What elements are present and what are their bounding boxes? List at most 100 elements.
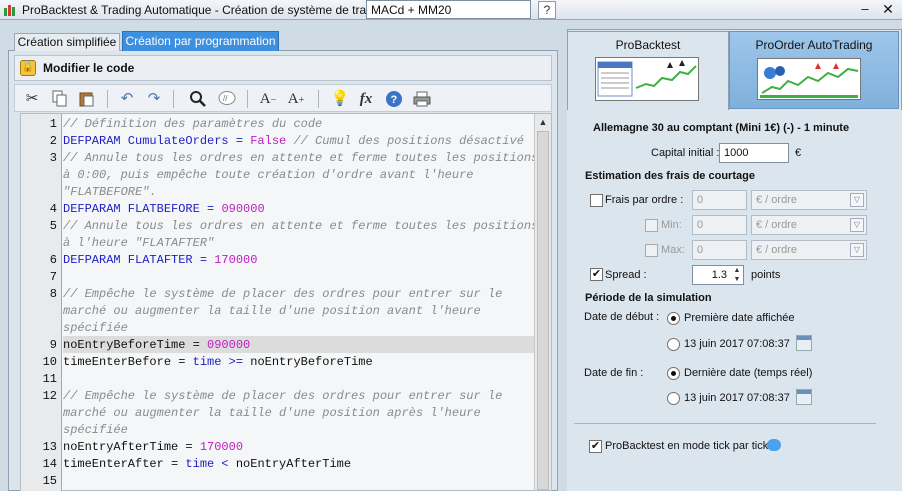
calendar-icon[interactable] [796,389,812,405]
code-line: noEntryAfterTime = 170000 [63,440,243,454]
spread-stepper-icon[interactable]: ▲ ▼ [731,266,743,284]
function-icon[interactable]: fx [355,88,377,110]
line-number: 10 [42,355,57,369]
svg-text:?: ? [391,94,398,106]
code-line: timeEnterAfter = time < noEntryAfterTime [63,457,351,471]
title-bar: ProBacktest & Trading Automatique - Créa… [0,0,902,20]
start-custom-date-radio[interactable] [667,338,680,351]
redo-icon[interactable]: ↷ [143,88,165,110]
code-token: à 0:00, puis empêche toute création d'or… [63,168,474,182]
line-number-gutter: 1 2 3 4 5 6 7 8 9 10 11 12 13 14 15 [21,114,62,491]
fees-max-unit-select[interactable]: € / ordre ▽ [751,240,867,260]
code-token: noEntryAfterTime [235,457,352,471]
copy-icon[interactable] [49,88,71,110]
code-token: // Définition des paramètres du code [63,117,323,131]
code-line: "FLATBEFORE". [63,185,157,199]
tab-probacktest[interactable]: ProBacktest [567,31,729,111]
svg-text://: // [223,94,228,103]
fees-per-order-unit-select[interactable]: € / ordre ▽ [751,190,867,210]
print-icon[interactable] [411,88,433,110]
end-last-date-radio[interactable] [667,367,680,380]
modify-code-button[interactable]: 🔒 Modifier le code [14,55,552,81]
code-token: marché ou augmenter la taille d'une posi… [63,406,481,420]
fees-min-label: Min: [661,219,682,231]
code-token: marché ou augmenter la taille d'une posi… [63,304,481,318]
tab-probacktest-label: ProBacktest [615,38,681,52]
end-custom-date-radio[interactable] [667,392,680,405]
font-increase-icon[interactable]: A+ [285,88,307,110]
undo-icon[interactable]: ↶ [116,88,138,110]
code-token: noEntryAfterTime = [63,440,200,454]
end-last-date-label: Dernière date (temps réel) [684,367,813,379]
fees-min-unit-select[interactable]: € / ordre ▽ [751,215,867,235]
code-token: spécifiée [63,423,128,437]
vertical-scrollbar[interactable]: ▲ [534,114,551,490]
scroll-up-arrow-icon[interactable]: ▲ [535,114,551,130]
code-line: marché ou augmenter la taille d'une posi… [63,304,481,318]
chevron-down-icon[interactable]: ▽ [850,193,864,207]
code-token: < [214,457,236,471]
fees-per-order-checkbox[interactable] [590,194,603,207]
cut-icon[interactable]: ✂ [21,88,43,110]
fees-max-input[interactable]: 0 [692,240,747,260]
tab-proorder-autotrading[interactable]: ProOrder AutoTrading [729,31,899,109]
line-number: 3 [49,151,57,165]
start-first-date-radio[interactable] [667,312,680,325]
code-line: spécifiée [63,321,128,335]
comment-icon[interactable]: // [216,88,238,110]
help-circle-icon[interactable]: ? [383,88,405,110]
system-name-input[interactable]: MACd + MM20 [366,0,531,19]
info-bubble-icon[interactable] [767,439,781,451]
code-line: à 0:00, puis empêche toute création d'or… [63,168,473,182]
tab-programming-creation[interactable]: Création par programmation [122,31,279,51]
code-line: à l'heure "FLATAFTER" [63,236,214,250]
tab-simplified-creation[interactable]: Création simplifiée [14,33,120,51]
code-token: 090000 [207,338,251,352]
minimize-button[interactable]: – [857,2,873,18]
line-number: 8 [49,287,57,301]
tick-mode-checkbox[interactable]: ✔ [589,440,602,453]
code-token: noEntryBeforeTime [250,355,373,369]
code-line: timeEnterBefore = time >= noEntryBeforeT… [63,355,373,369]
calendar-icon[interactable] [796,335,812,351]
tip-icon[interactable]: 💡 [329,88,351,110]
capital-currency: € [795,147,802,159]
line-number: 6 [49,253,57,267]
fees-min-unit-value: € / ordre [756,219,797,231]
line-number: 1 [49,117,57,131]
chevron-down-icon[interactable]: ▽ [850,218,864,232]
code-editor[interactable]: 1 2 3 4 5 6 7 8 9 10 11 12 13 14 15 // Définition des … [20,113,552,491]
code-token: "FLATBEFORE". [63,185,157,199]
font-decrease-icon[interactable]: A− [257,88,279,110]
code-token: DEFPARAM CumulateOrders = [63,134,251,148]
fees-min-checkbox[interactable] [645,219,658,232]
fees-max-label: Max: [661,244,685,256]
help-icon[interactable]: ? [538,1,556,19]
fees-heading: Estimation des frais de courtage [585,170,755,182]
fees-per-order-input[interactable]: 0 [692,190,747,210]
code-token: timeEnterAfter = [63,457,186,471]
modify-code-label: Modifier le code [43,61,135,75]
spread-unit: points [751,269,781,281]
chevron-down-icon[interactable]: ▽ [850,243,864,257]
period-heading: Période de la simulation [585,292,712,304]
search-icon[interactable] [187,88,209,110]
fees-max-checkbox[interactable] [645,244,658,257]
code-token: // Annule tous les ordres en attente et … [63,151,539,165]
fees-min-input[interactable]: 0 [692,215,747,235]
capital-input[interactable]: 1000 [719,143,789,163]
code-line: spécifiée [63,423,128,437]
scroll-thumb[interactable] [537,131,549,490]
close-button[interactable]: ✕ [880,2,896,18]
tick-mode-label: ProBacktest en mode tick par tick [605,440,769,452]
code-token: 170000 [214,253,258,267]
code-token: time [192,355,222,369]
fees-per-order-unit-value: € / ordre [756,194,797,206]
lock-icon: 🔒 [20,60,36,76]
paste-icon[interactable] [76,88,98,110]
spread-checkbox[interactable]: ✔ [590,268,603,281]
backtest-settings: Allemagne 30 au comptant (Mini 1€) (-) -… [567,110,902,491]
code-line: // Annule tous les ordres en attente et … [63,151,538,165]
code-token: time [185,457,215,471]
code-line: DEFPARAM FLATAFTER = 170000 [63,253,257,267]
